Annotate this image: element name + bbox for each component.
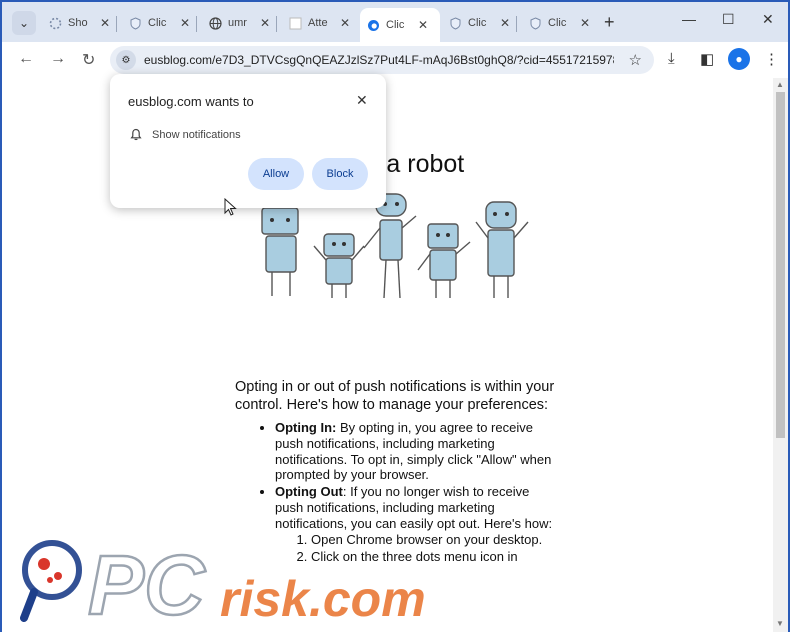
list-item: Opting Out: If you no longer wish to rec… [275,484,555,564]
tab-5-active[interactable]: Clic ✕ [360,8,440,42]
tab-divider [116,16,117,32]
tab-7[interactable]: Clic ✕ [522,8,596,38]
minimize-icon[interactable]: — [682,11,696,27]
bullet-label: Opting Out [275,484,343,500]
close-icon[interactable]: ✕ [418,18,428,32]
tab-1[interactable]: Sho ✕ [42,8,116,38]
close-icon[interactable]: ✕ [260,16,270,30]
shield-icon [448,16,462,30]
scroll-up-arrow-icon[interactable]: ▲ [776,80,784,89]
watermark-risk-text: risk.com [220,571,426,627]
browser-toolbar: ← → ↻ ⚙ eusblog.com/e7D3_DTVCsgQnQEAZJzl… [2,42,788,78]
close-icon[interactable]: ✕ [580,16,590,30]
tab-title: Clic [386,19,405,31]
tab-title: Clic [548,17,567,29]
bell-icon [130,128,142,146]
edge-icon [366,18,380,32]
scroll-thumb[interactable] [776,92,785,438]
tab-2[interactable]: Clic ✕ [122,8,196,38]
kebab-menu-icon[interactable]: ⋮ [764,50,779,68]
tab-title: Sho [68,17,88,29]
shield-icon [128,16,142,30]
close-icon[interactable]: ✕ [180,16,190,30]
block-button[interactable]: Block [312,158,368,190]
close-icon[interactable]: ✕ [340,16,350,30]
tab-divider [196,16,197,32]
new-tab-button[interactable]: + [604,12,615,33]
globe-icon [208,16,222,30]
permission-label: Show notifications [152,129,241,141]
close-icon[interactable]: ✕ [100,16,110,30]
tab-divider [516,16,517,32]
allow-button[interactable]: Allow [248,158,304,190]
site-settings-icon[interactable]: ⚙ [116,50,136,70]
notification-permission-dialog: eusblog.com wants to ✕ Show notification… [110,74,386,208]
window-close-icon[interactable]: ✕ [762,11,774,28]
list-item: Open Chrome browser on your desktop. [311,532,555,548]
shield-icon [528,16,542,30]
mouse-cursor-icon [224,198,237,216]
reload-icon[interactable]: ↻ [82,50,95,70]
list-item: Click on the three dots menu icon in [311,549,555,565]
address-bar[interactable]: ⚙ eusblog.com/e7D3_DTVCsgQnQEAZJzlSz7Put… [110,46,654,74]
profile-avatar-icon[interactable]: ● [728,48,750,70]
tab-title: umr [228,17,247,29]
bullet-label: Opting In: [275,420,337,435]
loading-icon [48,16,62,30]
url-text[interactable]: eusblog.com/e7D3_DTVCsgQnQEAZJzlSz7Put4L… [144,53,614,67]
side-panel-icon[interactable]: ◧ [700,50,714,68]
download-icon[interactable]: ⤓ [668,50,675,67]
close-icon[interactable]: ✕ [356,92,368,109]
maximize-icon[interactable]: ☐ [722,11,735,28]
tab-title: Clic [468,17,487,29]
list-item: Opting In: By opting in, you agree to re… [275,420,555,483]
steps-list: Open Chrome browser on your desktop. Cli… [311,532,555,565]
tab-search-button[interactable]: ⌄ [12,11,36,35]
forward-arrow-icon[interactable]: → [50,50,66,68]
back-arrow-icon[interactable]: ← [18,50,34,68]
dialog-title: eusblog.com wants to [128,94,254,109]
tab-6[interactable]: Clic ✕ [442,8,516,38]
tab-strip: ⌄ Sho ✕ Clic ✕ umr ✕ Atte ✕ Clic ✕ Clic … [2,2,788,42]
tab-3[interactable]: umr ✕ [202,8,276,38]
tab-4[interactable]: Atte ✕ [282,8,356,38]
intro-paragraph: Opting in or out of push notifications i… [235,379,555,413]
blank-page-icon [288,16,302,30]
vertical-scrollbar[interactable]: ▲ ▼ [773,78,788,632]
notification-info: Opting in or out of push notifications i… [235,378,555,566]
tab-title: Atte [308,17,328,29]
browser-window: ⌄ Sho ✕ Clic ✕ umr ✕ Atte ✕ Clic ✕ Clic … [0,0,790,632]
watermark-pc-text: PC [88,538,206,628]
bookmark-star-icon[interactable]: ☆ [629,51,642,69]
close-icon[interactable]: ✕ [500,16,510,30]
scroll-down-arrow-icon[interactable]: ▼ [776,619,784,628]
tab-divider [276,16,277,32]
chevron-down-icon: ⌄ [18,16,30,30]
options-list: Opting In: By opting in, you agree to re… [275,420,555,565]
tab-title: Clic [148,17,167,29]
